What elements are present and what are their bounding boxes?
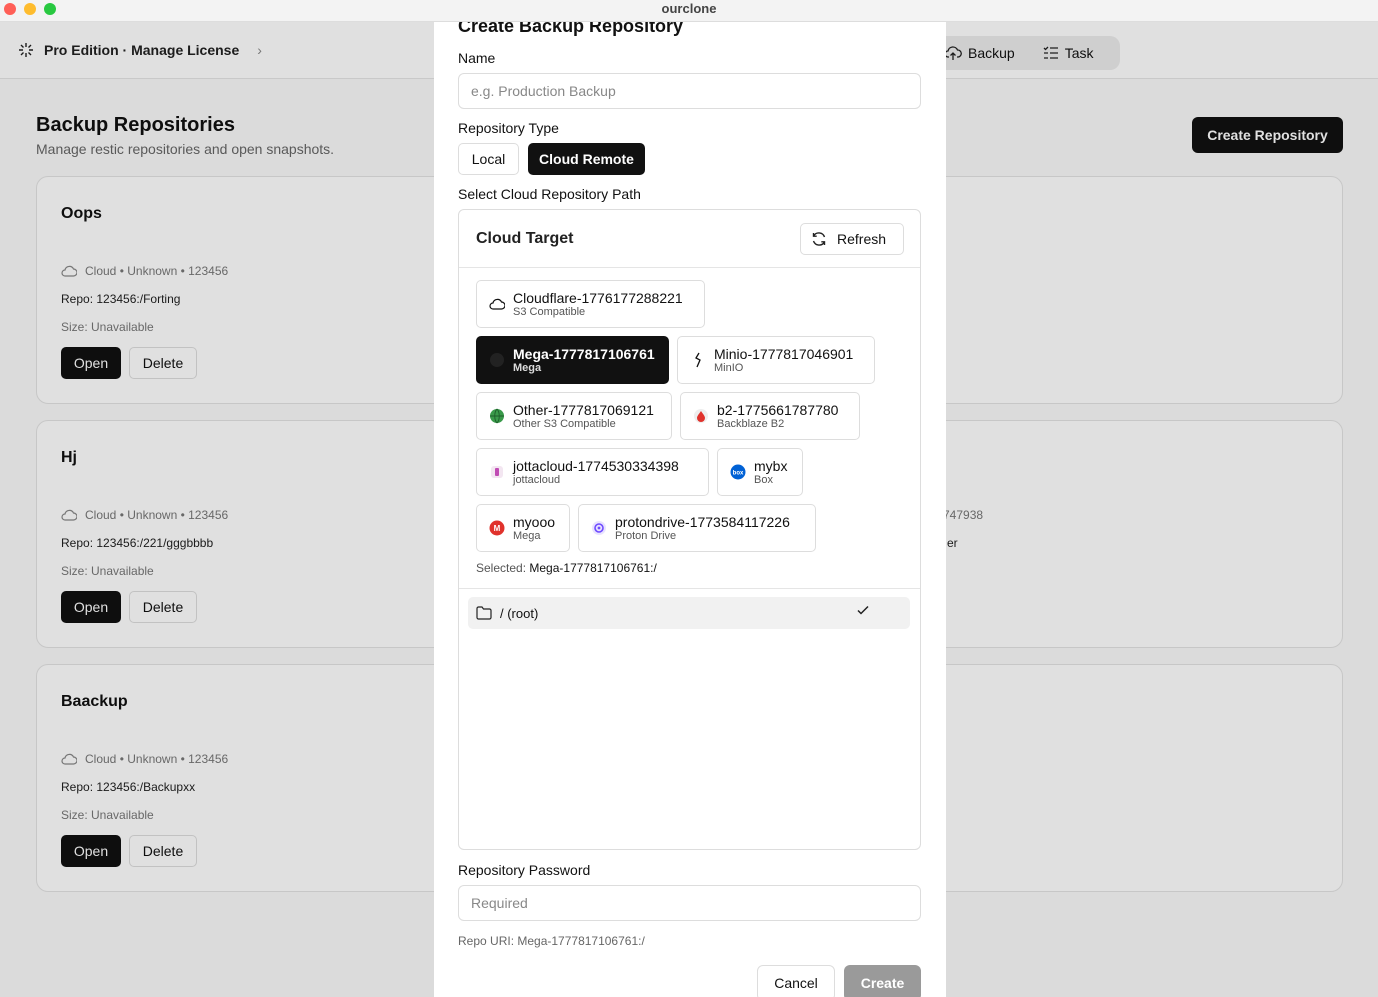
- remote-name: Cloudflare-1776177288221: [513, 289, 683, 306]
- cloud-target-panel: Cloud Target Refresh Cloudflare-17761772…: [458, 209, 921, 850]
- folder-label: / (root): [500, 605, 539, 621]
- repository-type-label: Repository Type: [458, 120, 559, 136]
- remote-type: Mega: [513, 529, 541, 542]
- remote-name: mybx: [754, 457, 788, 474]
- proton-icon: [591, 520, 607, 536]
- cloud-target-header: Cloud Target Refresh: [459, 210, 920, 268]
- remote-name: protondrive-1773584117226: [615, 513, 790, 530]
- password-input[interactable]: [458, 885, 921, 921]
- backblaze-icon: [693, 408, 709, 424]
- remote-option[interactable]: box mybx Box: [717, 448, 803, 496]
- create-button[interactable]: Create: [844, 965, 921, 997]
- selected-value: Mega-1777817106761:/: [529, 561, 657, 575]
- remote-option[interactable]: Other-1777817069121 Other S3 Compatible: [476, 392, 672, 440]
- cloud-path-label: Select Cloud Repository Path: [458, 186, 641, 202]
- remote-option[interactable]: jottacloud-1774530334398 jottacloud: [476, 448, 709, 496]
- remote-option[interactable]: protondrive-1773584117226 Proton Drive: [578, 504, 816, 552]
- remote-name: jottacloud-1774530334398: [513, 457, 679, 474]
- cancel-button[interactable]: Cancel: [757, 965, 835, 997]
- name-input[interactable]: [458, 73, 921, 109]
- selected-prefix: Selected:: [476, 561, 530, 575]
- remote-option[interactable]: Cloudflare-1776177288221 S3 Compatible: [476, 280, 705, 328]
- panel-divider: [459, 588, 920, 589]
- box-icon: box: [730, 464, 746, 480]
- minio-icon: [690, 352, 706, 368]
- remote-type: Proton Drive: [615, 529, 677, 542]
- refresh-icon: [812, 232, 826, 246]
- remote-type: S3 Compatible: [513, 305, 586, 318]
- cloud-target-title: Cloud Target: [476, 230, 574, 247]
- window-titlebar: ourclone: [0, 0, 1378, 22]
- remote-option-selected[interactable]: Mega-1777817106761 Mega: [476, 336, 669, 384]
- remote-name: Minio-1777817046901: [714, 345, 854, 362]
- remote-option[interactable]: M myooo Mega: [476, 504, 570, 552]
- remote-type: Backblaze B2: [717, 417, 785, 430]
- dialog-title: Create Backup Repository: [458, 22, 684, 36]
- remote-option[interactable]: Minio-1777817046901 MinIO: [677, 336, 875, 384]
- checkmark-icon: [857, 605, 869, 615]
- name-label: Name: [458, 50, 496, 66]
- remote-type: MinIO: [714, 361, 744, 374]
- refresh-button[interactable]: Refresh: [800, 223, 904, 255]
- create-repository-dialog: Create Backup Repository Name Repository…: [434, 22, 946, 997]
- mega-icon: [489, 352, 505, 368]
- svg-text:box: box: [733, 471, 744, 477]
- mega-icon: M: [489, 520, 505, 536]
- cloud-icon: [489, 296, 505, 312]
- remote-type: Mega: [513, 361, 542, 374]
- remote-type: Other S3 Compatible: [513, 417, 616, 430]
- globe-icon: [489, 408, 505, 424]
- svg-text:M: M: [494, 524, 501, 533]
- remote-option[interactable]: b2-1775661787780 Backblaze B2: [680, 392, 860, 440]
- refresh-label: Refresh: [837, 231, 887, 247]
- remote-type: jottacloud: [513, 473, 561, 486]
- password-label: Repository Password: [458, 862, 591, 878]
- remote-name: Mega-1777817106761: [513, 345, 655, 362]
- remote-name: myooo: [513, 513, 556, 530]
- repo-uri: Repo URI: Mega-1777817106761:/: [458, 934, 645, 948]
- folder-icon: [476, 606, 492, 620]
- selected-path: Selected: Mega-1777817106761:/: [476, 561, 657, 575]
- remote-name: Other-1777817069121: [513, 401, 654, 418]
- type-cloud-remote-button[interactable]: Cloud Remote: [528, 143, 645, 175]
- jottacloud-icon: [489, 464, 505, 480]
- remote-name: b2-1775661787780: [717, 401, 839, 418]
- remote-type: Box: [754, 473, 773, 486]
- type-local-button[interactable]: Local: [458, 143, 519, 175]
- folder-row-root[interactable]: / (root): [468, 597, 910, 629]
- window-title: ourclone: [661, 1, 717, 16]
